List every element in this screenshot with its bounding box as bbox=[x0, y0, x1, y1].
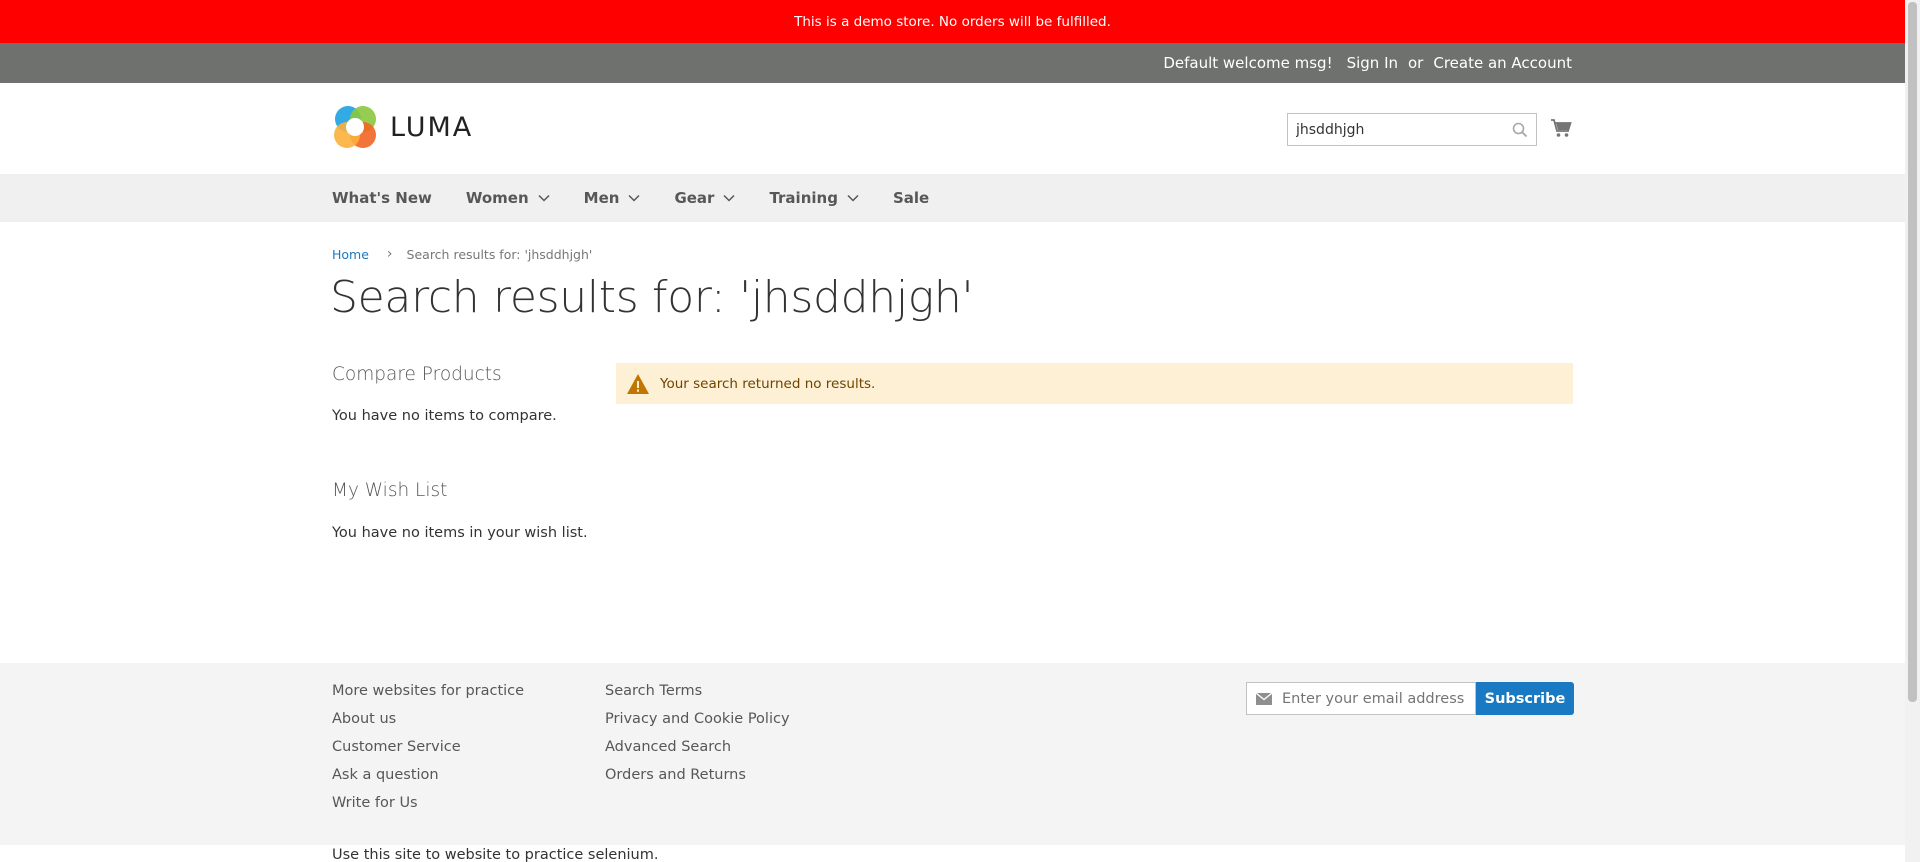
newsletter-email-field[interactable] bbox=[1246, 682, 1476, 715]
nav-item-training[interactable]: Training bbox=[769, 189, 859, 207]
no-results-message: Your search returned no results. bbox=[660, 375, 876, 392]
nav-label: Women bbox=[465, 189, 529, 207]
wishlist-empty-text: You have no items in your wish list. bbox=[332, 525, 588, 541]
footer-link[interactable]: Write for Us bbox=[332, 793, 524, 821]
page-title: Search results for: 'jhsddhjgh' bbox=[330, 272, 974, 323]
nav-label: Gear bbox=[674, 189, 715, 207]
site-header: LUMA bbox=[0, 83, 1905, 174]
footer-link[interactable]: Privacy and Cookie Policy bbox=[605, 709, 790, 737]
footer: More websites for practice About us Cust… bbox=[0, 663, 1905, 845]
footer-bottom-text: Use this site to website to practice sel… bbox=[332, 847, 659, 862]
footer-link[interactable]: Orders and Returns bbox=[605, 765, 790, 793]
page-scrollbar[interactable] bbox=[1905, 0, 1920, 862]
breadcrumb-separator-icon: › bbox=[386, 246, 393, 262]
luma-logo[interactable]: LUMA bbox=[332, 104, 473, 150]
main-navigation: What's New Women Men Gear Training Sale bbox=[0, 174, 1905, 222]
demo-notice-text: This is a demo store. No orders will be … bbox=[794, 13, 1111, 30]
nav-item-women[interactable]: Women bbox=[466, 189, 550, 207]
panel-header: Default welcome msg! Sign In or Create a… bbox=[0, 43, 1905, 83]
panel-links: Default welcome msg! Sign In or Create a… bbox=[1149, 43, 1572, 83]
search-icon[interactable] bbox=[1512, 122, 1528, 138]
newsletter-email-input[interactable] bbox=[1282, 690, 1472, 707]
welcome-message: Default welcome msg! bbox=[1163, 54, 1333, 72]
wishlist-title: My Wish List bbox=[332, 480, 448, 501]
footer-link[interactable]: Customer Service bbox=[332, 737, 524, 765]
or-separator: or bbox=[1408, 54, 1424, 72]
nav-label: Sale bbox=[892, 189, 930, 207]
footer-link[interactable]: About us bbox=[332, 709, 524, 737]
demo-store-notice: This is a demo store. No orders will be … bbox=[0, 0, 1905, 43]
breadcrumb-current: Search results for: 'jhsddhjgh' bbox=[406, 246, 593, 262]
chevron-down-icon bbox=[538, 194, 550, 202]
chevron-down-icon bbox=[847, 194, 859, 202]
compare-products-empty-text: You have no items to compare. bbox=[332, 408, 557, 424]
footer-links-col-2: Search Terms Privacy and Cookie Policy A… bbox=[605, 681, 790, 793]
envelope-icon bbox=[1256, 692, 1272, 705]
footer-bottom: Use this site to website to practice sel… bbox=[0, 845, 1905, 862]
nav-item-men[interactable]: Men bbox=[584, 189, 641, 207]
nav-item-sale[interactable]: Sale bbox=[893, 189, 929, 207]
nav-label: Training bbox=[769, 189, 838, 207]
newsletter-form: Subscribe bbox=[1246, 682, 1574, 715]
create-account-link[interactable]: Create an Account bbox=[1433, 54, 1572, 72]
cart-icon[interactable] bbox=[1550, 117, 1572, 139]
nav-label: Men bbox=[583, 189, 620, 207]
sign-in-link[interactable]: Sign In bbox=[1347, 54, 1398, 72]
footer-link[interactable]: More websites for practice bbox=[332, 681, 524, 709]
subscribe-button[interactable]: Subscribe bbox=[1476, 682, 1574, 715]
logo-text: LUMA bbox=[390, 111, 474, 143]
nav-item-whats-new[interactable]: What's New bbox=[332, 189, 432, 207]
breadcrumb: Home › Search results for: 'jhsddhjgh' bbox=[332, 246, 592, 262]
compare-products-title: Compare Products bbox=[332, 364, 502, 385]
breadcrumb-home-link[interactable]: Home bbox=[332, 247, 369, 262]
footer-link[interactable]: Search Terms bbox=[605, 681, 790, 709]
scrollbar-thumb[interactable] bbox=[1908, 2, 1917, 702]
nav-label: What's New bbox=[332, 189, 432, 207]
search-box[interactable] bbox=[1287, 113, 1537, 146]
chevron-down-icon bbox=[723, 194, 735, 202]
no-results-notice: Your search returned no results. bbox=[616, 363, 1573, 404]
chevron-down-icon bbox=[628, 194, 640, 202]
footer-links-col-1: More websites for practice About us Cust… bbox=[332, 681, 524, 821]
search-input[interactable] bbox=[1288, 114, 1498, 145]
footer-link[interactable]: Ask a question bbox=[332, 765, 524, 793]
nav-item-gear[interactable]: Gear bbox=[674, 189, 735, 207]
footer-link[interactable]: Advanced Search bbox=[605, 737, 790, 765]
warning-icon bbox=[627, 373, 649, 394]
luma-logo-icon bbox=[334, 106, 376, 148]
